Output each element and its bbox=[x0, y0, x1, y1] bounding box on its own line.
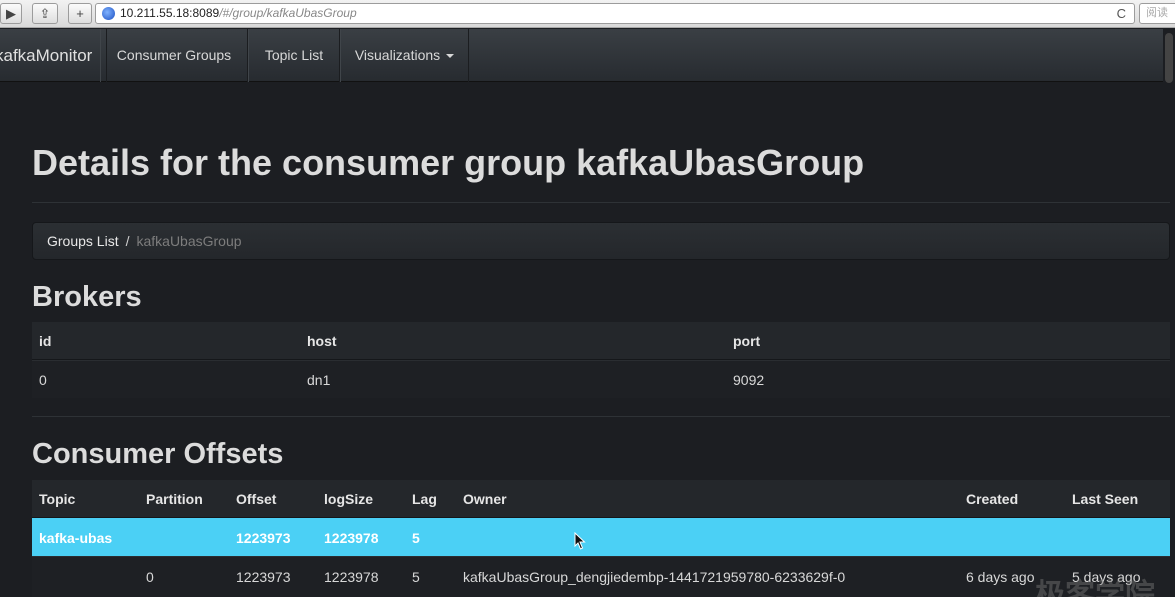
column-header: logSize bbox=[324, 491, 374, 507]
cell-partition: 0 bbox=[146, 569, 154, 585]
url-host: 10.211.55.18:8089 bbox=[120, 6, 220, 20]
cell-topic: kafka-ubas bbox=[39, 530, 113, 546]
broker-id: 0 bbox=[39, 372, 47, 388]
divider bbox=[32, 202, 1170, 203]
reload-icon[interactable]: C bbox=[1117, 4, 1126, 23]
column-header: Topic bbox=[39, 491, 76, 507]
address-bar[interactable]: 10.211.55.18:8089/#/group/kafkaUbasGroup… bbox=[95, 3, 1135, 24]
page-title: Details for the consumer group kafkaUbas… bbox=[32, 142, 865, 183]
cell-offset: 1223973 bbox=[236, 569, 291, 585]
breadcrumb-current: kafkaUbasGroup bbox=[136, 233, 242, 249]
search-input[interactable]: 阅读器 bbox=[1139, 3, 1175, 24]
column-header: Lag bbox=[412, 491, 437, 507]
globe-icon bbox=[102, 7, 115, 20]
scrollbar-thumb[interactable] bbox=[1165, 33, 1173, 83]
cell-lag: 5 bbox=[412, 569, 420, 585]
column-header: id bbox=[39, 333, 52, 349]
breadcrumb-groups-list-link[interactable]: Groups List bbox=[47, 233, 119, 249]
nav-topic-list[interactable]: Topic List bbox=[248, 29, 340, 82]
divider bbox=[32, 416, 1170, 417]
back-button[interactable]: ▶ bbox=[0, 3, 22, 24]
column-header: Partition bbox=[146, 491, 203, 507]
column-header: Offset bbox=[236, 491, 277, 507]
consumer-offsets-heading: Consumer Offsets bbox=[32, 438, 284, 470]
share-button[interactable]: ⇪ bbox=[32, 3, 58, 24]
column-header: Created bbox=[966, 491, 1019, 507]
broker-port: 9092 bbox=[733, 372, 765, 388]
broker-host: dn1 bbox=[307, 372, 331, 388]
cell-owner: kafkaUbasGroup_dengjiedembp-144172195978… bbox=[463, 569, 846, 585]
watermark: 极客学院 bbox=[1035, 579, 1155, 597]
nav-consumer-groups[interactable]: Consumer Groups bbox=[100, 29, 248, 82]
column-header: host bbox=[307, 333, 337, 349]
cell-logsize: 1223978 bbox=[324, 569, 379, 585]
column-header: Owner bbox=[463, 491, 507, 507]
cell-offset: 1223973 bbox=[236, 530, 291, 546]
table-row: 0 dn1 9092 bbox=[32, 360, 1170, 398]
cell-created: 6 days ago bbox=[966, 569, 1035, 585]
table-header-row: Topic Partition Offset logSize Lag Owner… bbox=[32, 480, 1170, 518]
mouse-cursor-icon bbox=[574, 532, 586, 550]
brand-logo[interactable]: kafkaMonitor bbox=[0, 29, 108, 82]
table-row-topic[interactable]: kafka-ubas 1223973 1223978 5 bbox=[32, 518, 1170, 556]
breadcrumb-separator: / bbox=[125, 233, 130, 249]
column-header: Last Seen bbox=[1072, 491, 1139, 507]
caret-down-icon bbox=[446, 54, 455, 59]
top-navbar: kafkaMonitor Consumer Groups Topic List … bbox=[0, 29, 1175, 82]
cell-lag: 5 bbox=[412, 530, 420, 546]
table-row-partition[interactable]: 0 1223973 1223978 5 kafkaUbasGroup_dengj… bbox=[32, 556, 1170, 597]
brokers-heading: Brokers bbox=[32, 281, 142, 313]
brokers-table: id host port 0 dn1 9092 bbox=[32, 322, 1170, 398]
browser-toolbar: ▶ ⇪ + 10.211.55.18:8089/#/group/kafkaUba… bbox=[0, 0, 1175, 28]
breadcrumb: Groups List / kafkaUbasGroup bbox=[32, 222, 1170, 260]
nav-visualizations-label: Visualizations bbox=[354, 47, 441, 63]
consumer-offsets-table: Topic Partition Offset logSize Lag Owner… bbox=[32, 480, 1170, 597]
table-header-row: id host port bbox=[32, 322, 1170, 360]
cell-logsize: 1223978 bbox=[324, 530, 379, 546]
new-tab-button[interactable]: + bbox=[68, 3, 92, 24]
column-header: port bbox=[733, 333, 761, 349]
nav-visualizations-dropdown[interactable]: Visualizations bbox=[340, 29, 469, 82]
url-path: /#/group/kafkaUbasGroup bbox=[219, 6, 357, 20]
